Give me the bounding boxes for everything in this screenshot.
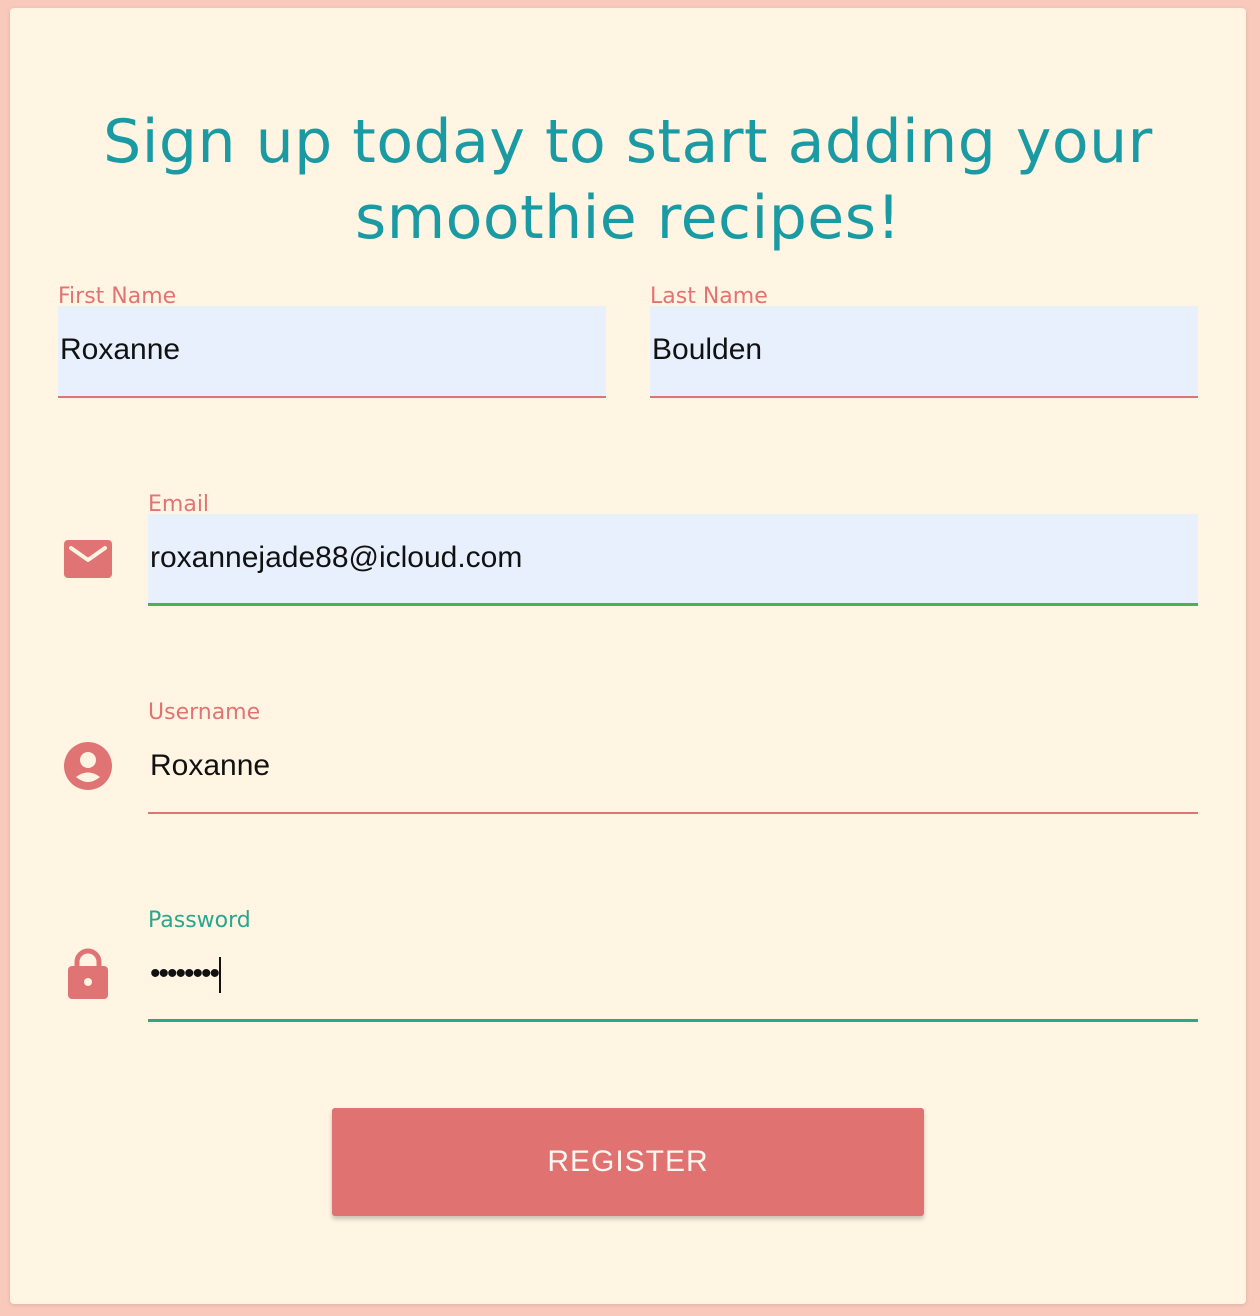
page-title: Sign up today to start adding your smoot… <box>103 107 1153 253</box>
username-value: Roxanne <box>150 749 271 782</box>
signup-card: Sign up today to start adding your smoot… <box>10 8 1246 1304</box>
text-caret <box>219 957 222 994</box>
password-input[interactable]: •••••••• <box>148 930 1198 1022</box>
last-name-field: Last Name Boulden <box>650 284 1198 398</box>
register-button[interactable]: REGISTER <box>332 1108 924 1216</box>
account-circle-icon <box>62 740 114 792</box>
username-input[interactable]: Roxanne <box>148 722 1198 814</box>
password-mask: •••••••• <box>150 957 220 990</box>
first-name-value: Roxanne <box>60 333 181 366</box>
last-name-value: Boulden <box>652 333 763 366</box>
username-field: Username Roxanne <box>148 700 1198 814</box>
password-field: Password •••••••• <box>148 908 1198 1024</box>
first-name-input[interactable]: Roxanne <box>58 306 606 398</box>
first-name-field: First Name Roxanne <box>58 284 606 398</box>
last-name-input[interactable]: Boulden <box>650 306 1198 398</box>
lock-icon <box>62 946 114 999</box>
email-field: Email roxannejade88@icloud.com <box>148 492 1198 608</box>
email-value: roxannejade88@icloud.com <box>150 541 523 574</box>
password-value: •••••••• <box>150 954 222 994</box>
email-input[interactable]: roxannejade88@icloud.com <box>148 514 1198 606</box>
envelope-icon <box>62 532 114 584</box>
